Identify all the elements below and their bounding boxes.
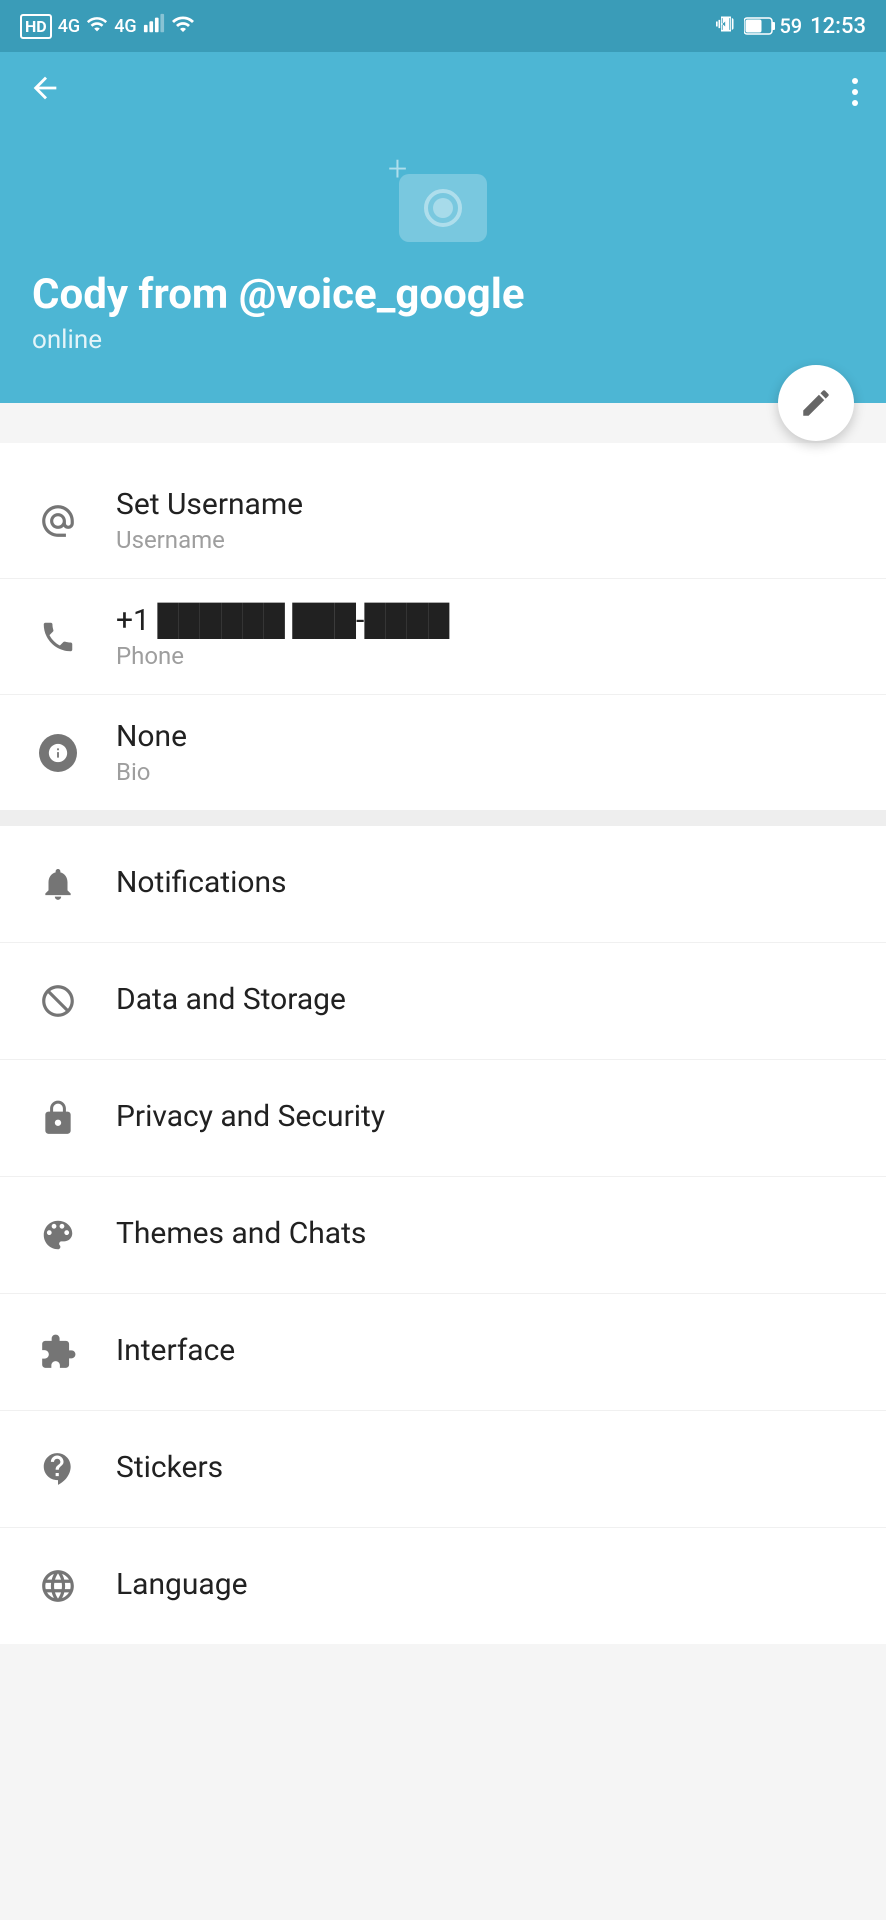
data-storage-item[interactable]: Data and Storage xyxy=(0,943,886,1060)
camera-lens-inner xyxy=(433,198,453,218)
signal-4g-1: 4G xyxy=(58,16,81,37)
profile-status: online xyxy=(32,325,854,355)
at-icon xyxy=(39,502,77,540)
dot2 xyxy=(852,89,858,95)
themes-chats-item[interactable]: Themes and Chats xyxy=(0,1177,886,1294)
wifi-icon xyxy=(171,12,195,41)
profile-info-section: Set Username Username +1 ██████ ███-████… xyxy=(0,443,886,810)
palette-icon xyxy=(39,1216,77,1254)
interface-text: Interface xyxy=(116,1333,854,1372)
info-circle xyxy=(39,734,77,772)
data-icon xyxy=(39,982,77,1020)
section-divider xyxy=(0,810,886,826)
camera-lens xyxy=(424,189,462,227)
phone-icon-container xyxy=(32,611,84,663)
data-storage-text: Data and Storage xyxy=(116,982,854,1021)
interface-item[interactable]: Interface xyxy=(0,1294,886,1411)
phone-title: +1 ██████ ███-████ xyxy=(116,603,854,638)
phone-item[interactable]: +1 ██████ ███-████ Phone xyxy=(0,579,886,695)
signal-bars-1 xyxy=(86,13,108,40)
settings-menu: Notifications Data and Storage Privacy a… xyxy=(0,826,886,1644)
edit-profile-button[interactable] xyxy=(778,365,854,441)
stickers-icon-container xyxy=(32,1443,84,1495)
app-bar xyxy=(0,52,886,132)
language-label: Language xyxy=(116,1567,854,1602)
stickers-item[interactable]: Stickers xyxy=(0,1411,886,1528)
data-storage-label: Data and Storage xyxy=(116,982,854,1017)
dot1 xyxy=(852,78,858,84)
lock-icon xyxy=(39,1099,77,1137)
battery-percent: 59 xyxy=(779,14,802,38)
profile-header: + Cody from @voice_google online xyxy=(0,132,886,403)
sticker-icon xyxy=(39,1450,77,1488)
stickers-label: Stickers xyxy=(116,1450,854,1485)
notifications-icon-container xyxy=(32,858,84,910)
bell-icon xyxy=(39,865,77,903)
username-text: Set Username Username xyxy=(116,487,854,554)
clock: 12:53 xyxy=(810,14,866,39)
bio-text: None Bio xyxy=(116,719,854,786)
username-subtitle: Username xyxy=(116,526,854,554)
camera-body xyxy=(399,174,487,242)
username-title: Set Username xyxy=(116,487,854,522)
info-icon xyxy=(47,742,69,764)
back-button[interactable] xyxy=(28,71,62,113)
notifications-text: Notifications xyxy=(116,865,854,904)
phone-icon xyxy=(39,618,77,656)
globe-icon xyxy=(39,1567,77,1605)
interface-label: Interface xyxy=(116,1333,854,1368)
bio-title: None xyxy=(116,719,854,754)
bio-icon-container xyxy=(32,727,84,779)
username-icon-container xyxy=(32,495,84,547)
status-right-icons: 59 12:53 xyxy=(716,14,866,39)
dot3 xyxy=(852,100,858,106)
camera-icon: + xyxy=(388,152,498,242)
privacy-icon-container xyxy=(32,1092,84,1144)
more-options-button[interactable] xyxy=(852,78,858,106)
username-item[interactable]: Set Username Username xyxy=(0,463,886,579)
interface-icon-container xyxy=(32,1326,84,1378)
signal-bars-2 xyxy=(143,13,165,40)
battery-icon: 59 xyxy=(744,14,802,38)
data-storage-icon-container xyxy=(32,975,84,1027)
status-left-icons: HD 4G 4G xyxy=(20,12,195,41)
language-text: Language xyxy=(116,1567,854,1606)
privacy-security-item[interactable]: Privacy and Security xyxy=(0,1060,886,1177)
notifications-item[interactable]: Notifications xyxy=(0,826,886,943)
edit-icon xyxy=(799,386,833,420)
themes-icon-container xyxy=(32,1209,84,1261)
notifications-label: Notifications xyxy=(116,865,854,900)
themes-text: Themes and Chats xyxy=(116,1216,854,1255)
status-bar: HD 4G 4G 59 12:53 xyxy=(0,0,886,52)
hd-icon: HD xyxy=(20,14,52,39)
themes-label: Themes and Chats xyxy=(116,1216,854,1251)
phone-subtitle: Phone xyxy=(116,642,854,670)
language-item[interactable]: Language xyxy=(0,1528,886,1644)
profile-name: Cody from @voice_google xyxy=(32,270,854,319)
profile-photo-area[interactable]: + xyxy=(32,152,854,242)
stickers-text: Stickers xyxy=(116,1450,854,1489)
signal-4g-2: 4G xyxy=(114,16,137,37)
privacy-label: Privacy and Security xyxy=(116,1099,854,1134)
vibrate-icon xyxy=(716,14,736,39)
phone-text: +1 ██████ ███-████ Phone xyxy=(116,603,854,670)
bio-subtitle: Bio xyxy=(116,758,854,786)
puzzle-icon xyxy=(39,1333,77,1371)
bio-item[interactable]: None Bio xyxy=(0,695,886,810)
language-icon-container xyxy=(32,1560,84,1612)
privacy-text: Privacy and Security xyxy=(116,1099,854,1138)
